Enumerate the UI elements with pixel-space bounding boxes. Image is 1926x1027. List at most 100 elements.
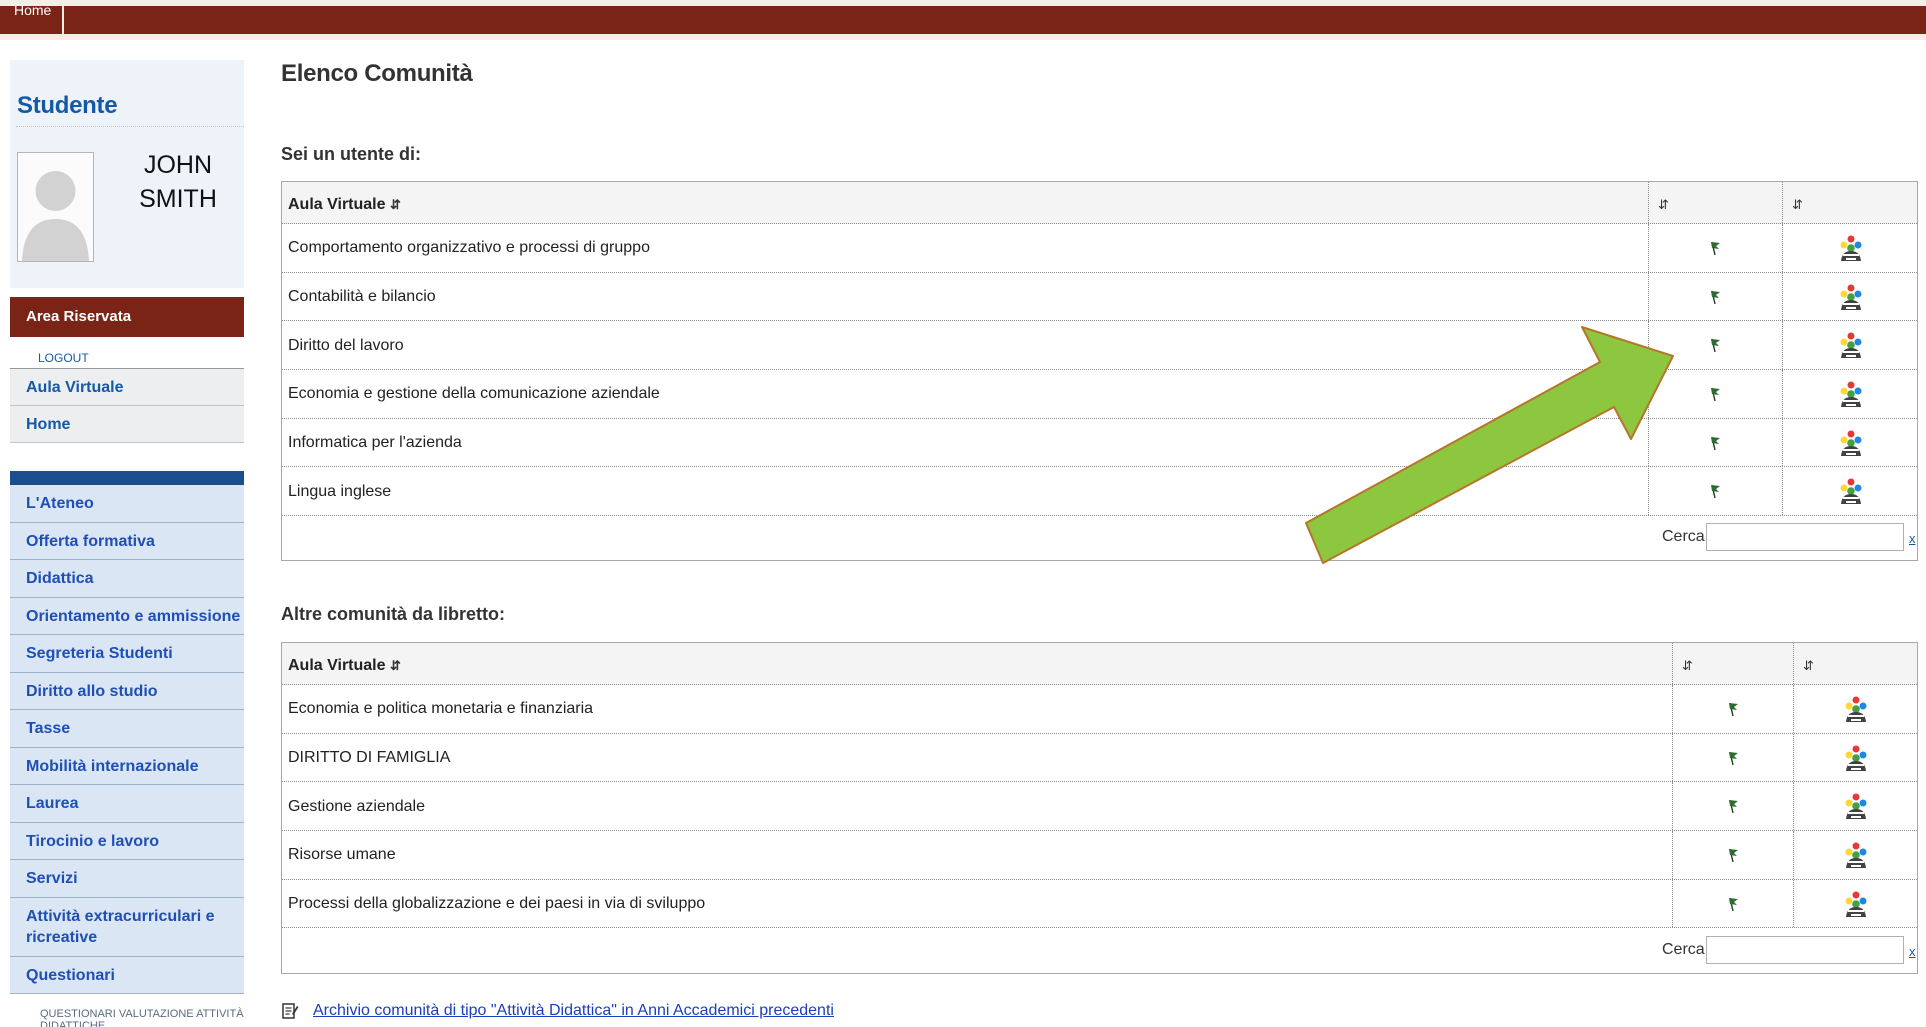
community-name[interactable]: Comportamento organizzativo e processi d… (288, 224, 650, 272)
community-enter-icon[interactable] (1782, 321, 1919, 369)
table-row: Economia e politica monetaria e finanzia… (282, 685, 1917, 734)
nav-item-questionari[interactable]: Questionari (10, 956, 244, 994)
nav-item-diritto-allo-studio[interactable]: Diritto allo studio (10, 672, 244, 710)
top-nav-bar: Home (0, 2, 1926, 34)
sort-arrows-icon[interactable]: ⇵ (1682, 658, 1693, 673)
table-row: Informatica per l'azienda (282, 418, 1919, 468)
community-name[interactable]: Diritto del lavoro (288, 321, 404, 369)
flag-icon[interactable] (1648, 273, 1782, 321)
student-name: JOHN SMITH (128, 148, 228, 216)
table-row: Gestione aziendale (282, 782, 1919, 832)
nav-item-mobilita-internazionale[interactable]: Mobilità internazionale (10, 747, 244, 785)
table-header: Aula Virtuale ⇵ ⇵ ⇵ (282, 643, 1917, 685)
student-first-name: JOHN (143, 151, 213, 179)
archive-row: Archivio comunità di tipo "Attività Dida… (281, 1002, 834, 1020)
communities-table: Aula Virtuale ⇵ ⇵ ⇵ Comportamento organizza… (281, 181, 1918, 561)
flag-icon[interactable] (1648, 321, 1782, 369)
column-divider (1793, 643, 1794, 684)
user-silhouette-icon (18, 153, 93, 261)
logout-link[interactable]: LOGOUT (10, 337, 244, 369)
clear-search-link[interactable]: x (1909, 531, 1916, 546)
sort-arrows-icon[interactable]: ⇵ (1792, 197, 1803, 212)
nav-item-tasse[interactable]: Tasse (10, 710, 244, 748)
search-label: Cerca: (1662, 941, 1710, 958)
search-input[interactable] (1706, 523, 1904, 551)
sidebar-item-aula-virtuale[interactable]: Aula Virtuale (10, 369, 244, 406)
sort-arrows-icon[interactable]: ⇵ (390, 658, 401, 673)
nav-item-tirocinio[interactable]: Tirocinio e lavoro (10, 822, 244, 860)
page-title: Elenco Comunità (281, 60, 473, 87)
nav-item-offerta-formativa[interactable]: Offerta formativa (10, 522, 244, 560)
community-name[interactable]: Informatica per l'azienda (288, 419, 462, 467)
column-header-enter[interactable]: ⇵ (1792, 182, 1803, 223)
nav-subitem-questionari-valutazione[interactable]: QUESTIONARI VALUTAZIONE ATTIVITÀ DIDATTI… (10, 994, 244, 1027)
area-riservata-header: Area Riservata (10, 297, 244, 337)
community-enter-icon[interactable] (1793, 685, 1919, 733)
divider (16, 126, 244, 127)
community-name[interactable]: Processi della globalizzazione e dei pae… (288, 880, 705, 928)
flag-icon[interactable] (1672, 685, 1793, 733)
community-enter-icon[interactable] (1793, 880, 1919, 928)
archive-link[interactable]: Archivio comunità di tipo "Attività Dida… (313, 1002, 834, 1020)
community-enter-icon[interactable] (1782, 419, 1919, 467)
nav-item-didattica[interactable]: Didattica (10, 560, 244, 598)
column-divider (1648, 182, 1649, 223)
table-row: Risorse umane (282, 831, 1917, 880)
table-row: Lingua inglese (282, 467, 1919, 517)
flag-icon[interactable] (1648, 468, 1782, 516)
flag-icon[interactable] (1648, 224, 1782, 272)
nav-item-orientamento[interactable]: Orientamento e ammissione (10, 597, 244, 635)
column-header-enter[interactable]: ⇵ (1803, 643, 1814, 684)
flag-icon[interactable] (1672, 782, 1793, 830)
column-header-status[interactable]: ⇵ (1682, 643, 1693, 684)
table-row: Processi della globalizzazione e dei pae… (282, 879, 1919, 929)
community-enter-icon[interactable] (1793, 831, 1919, 879)
community-name[interactable]: Gestione aziendale (288, 782, 425, 830)
sidebar: Studente JOHN SMITH Area Riservata LOGOU… (10, 60, 244, 1027)
community-name[interactable]: Lingua inglese (288, 468, 391, 516)
sort-arrows-icon[interactable]: ⇵ (1658, 197, 1669, 212)
table-row: DIRITTO DI FAMIGLIA (282, 733, 1919, 783)
nav-item-laurea[interactable]: Laurea (10, 785, 244, 823)
column-header-aula-virtuale[interactable]: Aula Virtuale ⇵ (288, 643, 401, 684)
community-enter-icon[interactable] (1782, 273, 1919, 321)
column-header-aula-virtuale[interactable]: Aula Virtuale ⇵ (288, 182, 401, 223)
column-header-status[interactable]: ⇵ (1658, 182, 1669, 223)
community-name[interactable]: Risorse umane (288, 831, 396, 879)
table-row: Economia e gestione della comunicazione … (282, 370, 1917, 419)
flag-icon[interactable] (1672, 880, 1793, 928)
sidebar-item-home[interactable]: Home (10, 406, 244, 443)
other-communities-table: Aula Virtuale ⇵ ⇵ ⇵ Economia e politica mon… (281, 642, 1918, 974)
community-name[interactable]: Economia e politica monetaria e finanzia… (288, 685, 593, 733)
nav-header-bar (10, 471, 244, 485)
community-name[interactable]: Contabilità e bilancio (288, 273, 436, 321)
student-profile-box: Studente JOHN SMITH (10, 60, 244, 288)
sort-arrows-icon[interactable]: ⇵ (1803, 658, 1814, 673)
flag-icon[interactable] (1672, 734, 1793, 782)
community-enter-icon[interactable] (1793, 734, 1919, 782)
document-edit-icon (282, 1003, 299, 1019)
community-enter-icon[interactable] (1782, 224, 1919, 272)
flag-icon[interactable] (1648, 419, 1782, 467)
community-name[interactable]: DIRITTO DI FAMIGLIA (288, 734, 450, 782)
flag-icon[interactable] (1672, 831, 1793, 879)
flag-icon[interactable] (1648, 370, 1782, 418)
community-name[interactable]: Economia e gestione della comunicazione … (288, 370, 660, 418)
nav-item-attivita-extracurriculari[interactable]: Attività extracurriculari e ricreative (10, 897, 244, 957)
main-content: Elenco Comunità Sei un utente di: Aula V… (281, 60, 1926, 1019)
search-input[interactable] (1706, 936, 1904, 964)
table-row: Contabilità e bilancio (282, 272, 1919, 322)
sort-arrows-icon[interactable]: ⇵ (390, 197, 401, 212)
community-enter-icon[interactable] (1782, 370, 1919, 418)
nav-item-segreteria-studenti[interactable]: Segreteria Studenti (10, 635, 244, 673)
community-enter-icon[interactable] (1793, 782, 1919, 830)
community-enter-icon[interactable] (1782, 468, 1919, 516)
section-title-other-communities: Altre comunità da libretto: (281, 604, 506, 624)
clear-search-link[interactable]: x (1909, 944, 1916, 959)
nav-item-servizi[interactable]: Servizi (10, 860, 244, 898)
top-nav-home-link[interactable]: Home (14, 2, 51, 18)
table-header: Aula Virtuale ⇵ ⇵ ⇵ (282, 182, 1917, 224)
nav-item-ateneo[interactable]: L'Ateneo (10, 485, 244, 523)
column-divider (1782, 182, 1783, 223)
